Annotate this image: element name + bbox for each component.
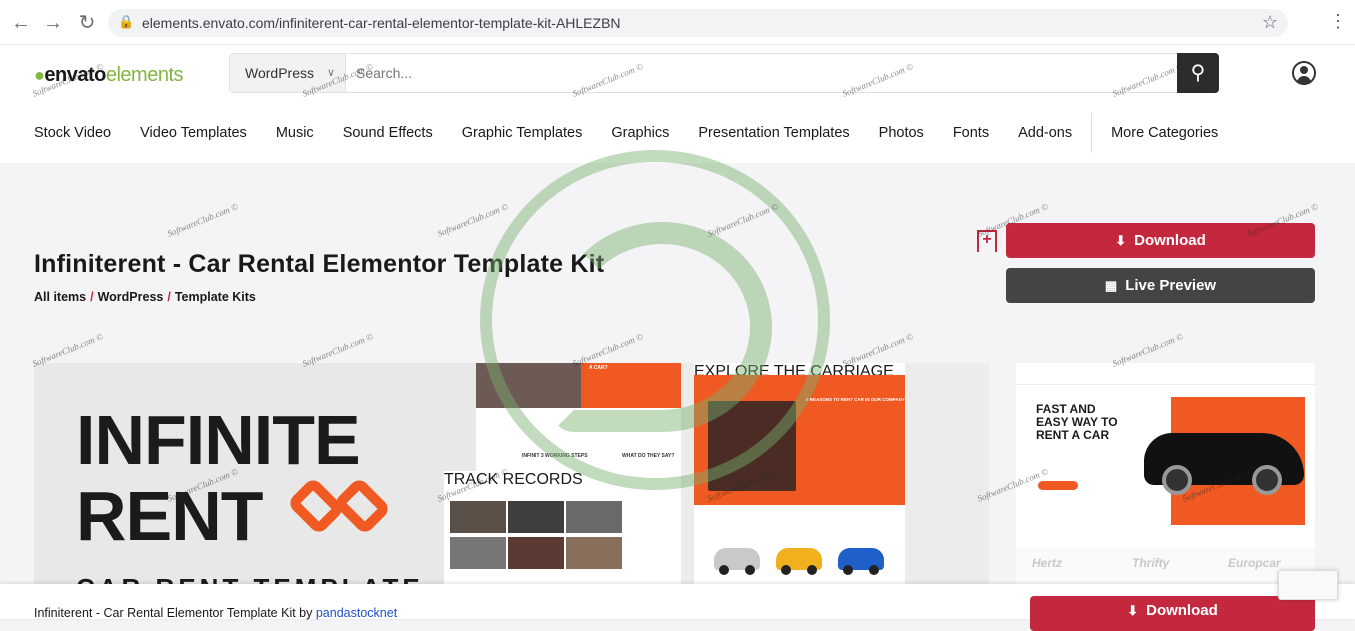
leaf-icon: ● — [34, 65, 45, 85]
nav-item-graphic-templates[interactable]: Graphic Templates — [462, 125, 583, 141]
mockup-grid-photo — [566, 501, 622, 533]
reload-icon[interactable]: ↻ — [76, 12, 98, 34]
sticky-bottom-bar: Infiniterent - Car Rental Elementor Temp… — [0, 570, 1355, 631]
mockup-label-steps: INFINIT 3 WORKING STEPS — [522, 453, 588, 459]
live-preview-button[interactable]: ▦ Live Preview — [1006, 268, 1315, 303]
nav-divider — [1091, 113, 1093, 153]
preview-mockup-page-3: 5 REASONS TO RENT CAR IN OUR COMPANY EXP… — [694, 363, 905, 585]
breadcrumb: All items / WordPress / Template Kits — [34, 290, 256, 304]
bottom-download-label: Download — [1146, 602, 1218, 619]
search-icon: ⚲ — [1190, 62, 1206, 84]
thumbnail-headline: FAST AND EASY WAY TO RENT A CAR — [1036, 402, 1118, 443]
breadcrumb-separator: / — [90, 290, 94, 304]
live-preview-label: Live Preview — [1125, 277, 1217, 294]
preview-big-word-2: RENT — [76, 477, 264, 555]
watermark-text: SoftwareClub.com © — [705, 201, 780, 239]
site-header: ●envatoelements WordPress ∨ ⚲ Stock Vide… — [0, 45, 1355, 163]
recaptcha-badge-icon[interactable] — [1278, 570, 1338, 600]
thumbnail-cta — [1038, 481, 1078, 490]
nav-item-graphics[interactable]: Graphics — [611, 125, 669, 141]
preview-big-word-1: INFINITE — [76, 401, 361, 479]
nav-item-more-categories[interactable]: More Categories — [1111, 125, 1218, 141]
nav-item-presentation-templates[interactable]: Presentation Templates — [698, 125, 849, 141]
bottom-title-text: Infiniterent - Car Rental Elementor Temp… — [34, 606, 313, 620]
mockup-label-what: WHAT DO THEY SAY? — [622, 453, 675, 459]
nav-item-photos[interactable]: Photos — [879, 125, 924, 141]
breadcrumb-separator: / — [167, 290, 171, 304]
back-arrow-icon[interactable]: ← — [10, 12, 32, 34]
nav-item-fonts[interactable]: Fonts — [953, 125, 989, 141]
nav-item-video-templates[interactable]: Video Templates — [140, 125, 247, 141]
thumbnail-brand-row: Hertz Thrifty Europcar — [1016, 548, 1315, 585]
user-account-icon[interactable] — [1292, 61, 1316, 85]
bottom-download-button[interactable]: ⬇ Download — [1030, 596, 1315, 631]
mockup-grid-photo — [450, 537, 506, 569]
mockup-label-car: A CAR? — [589, 365, 608, 371]
item-preview-image[interactable]: INFINITE RENT CAR RENT TEMPLATE A CAR? I… — [34, 363, 989, 585]
download-icon: ⬇ — [1127, 603, 1139, 618]
author-link[interactable]: pandastocknet — [316, 606, 397, 620]
download-button-label: Download — [1134, 232, 1206, 249]
download-icon: ⬇ — [1115, 233, 1127, 248]
bookmark-star-icon[interactable]: ☆ — [1262, 12, 1278, 33]
breadcrumb-all-items[interactable]: All items — [34, 290, 86, 304]
page-title: Infiniterent - Car Rental Elementor Temp… — [34, 250, 605, 278]
mockup-grid-photo — [450, 501, 506, 533]
forward-arrow-icon[interactable]: → — [42, 12, 64, 34]
breadcrumb-template-kits[interactable]: Template Kits — [175, 290, 256, 304]
car-blue-icon — [838, 548, 884, 575]
browser-toolbar: ← → ↻ 🔒 elements.envato.com/infiniterent… — [0, 0, 1355, 45]
mockup-photo — [476, 363, 581, 408]
infinity-logo-icon — [286, 476, 399, 536]
thumbnail-nav-strip — [1016, 363, 1315, 385]
address-bar[interactable]: 🔒 elements.envato.com/infiniterent-car-r… — [108, 9, 1288, 37]
url-text[interactable]: elements.envato.com/infiniterent-car-ren… — [142, 15, 621, 31]
mockup-grid-photo — [508, 537, 564, 569]
mockup-grid-photo — [508, 501, 564, 533]
brand-logo: Hertz — [1032, 556, 1063, 570]
mockup-orange-banner: A CAR? — [581, 363, 681, 408]
category-nav: Stock Video Video Templates Music Sound … — [34, 113, 1247, 153]
brand-logo: Thrifty — [1132, 556, 1170, 570]
nav-item-stock-video[interactable]: Stock Video — [34, 125, 111, 141]
mockup-label-reasons: 5 REASONS TO RENT CAR IN OUR COMPANY — [806, 397, 905, 402]
watermark-text: SoftwareClub.com © — [165, 201, 240, 239]
brand-logo: Europcar — [1228, 556, 1281, 570]
preview-thumbnail[interactable]: FAST AND EASY WAY TO RENT A CAR Hertz Th… — [1016, 363, 1315, 585]
search-input[interactable] — [356, 63, 1156, 83]
nav-item-add-ons[interactable]: Add-ons — [1018, 125, 1072, 141]
browser-menu-icon[interactable]: ⋮ — [1329, 11, 1347, 32]
search-button[interactable]: ⚲ — [1177, 53, 1219, 93]
search-category-label: WordPress — [245, 65, 314, 81]
table-icon: ▦ — [1104, 278, 1118, 293]
breadcrumb-wordpress[interactable]: WordPress — [98, 290, 164, 304]
nav-item-music[interactable]: Music — [276, 125, 314, 141]
preview-cover-panel: INFINITE RENT CAR RENT TEMPLATE — [34, 363, 479, 585]
car-silver-icon — [714, 548, 760, 575]
watermark-text: SoftwareClub.com © — [435, 201, 510, 239]
bottom-item-title: Infiniterent - Car Rental Elementor Temp… — [34, 606, 397, 620]
thumbnail-headline-line-3: RENT A CAR — [1036, 428, 1110, 443]
lock-icon: 🔒 — [118, 14, 135, 29]
car-yellow-icon — [776, 548, 822, 575]
mockup-grid-photo — [566, 537, 622, 569]
nav-item-sound-effects[interactable]: Sound Effects — [343, 125, 433, 141]
search-bar: WordPress ∨ ⚲ — [229, 53, 1219, 93]
